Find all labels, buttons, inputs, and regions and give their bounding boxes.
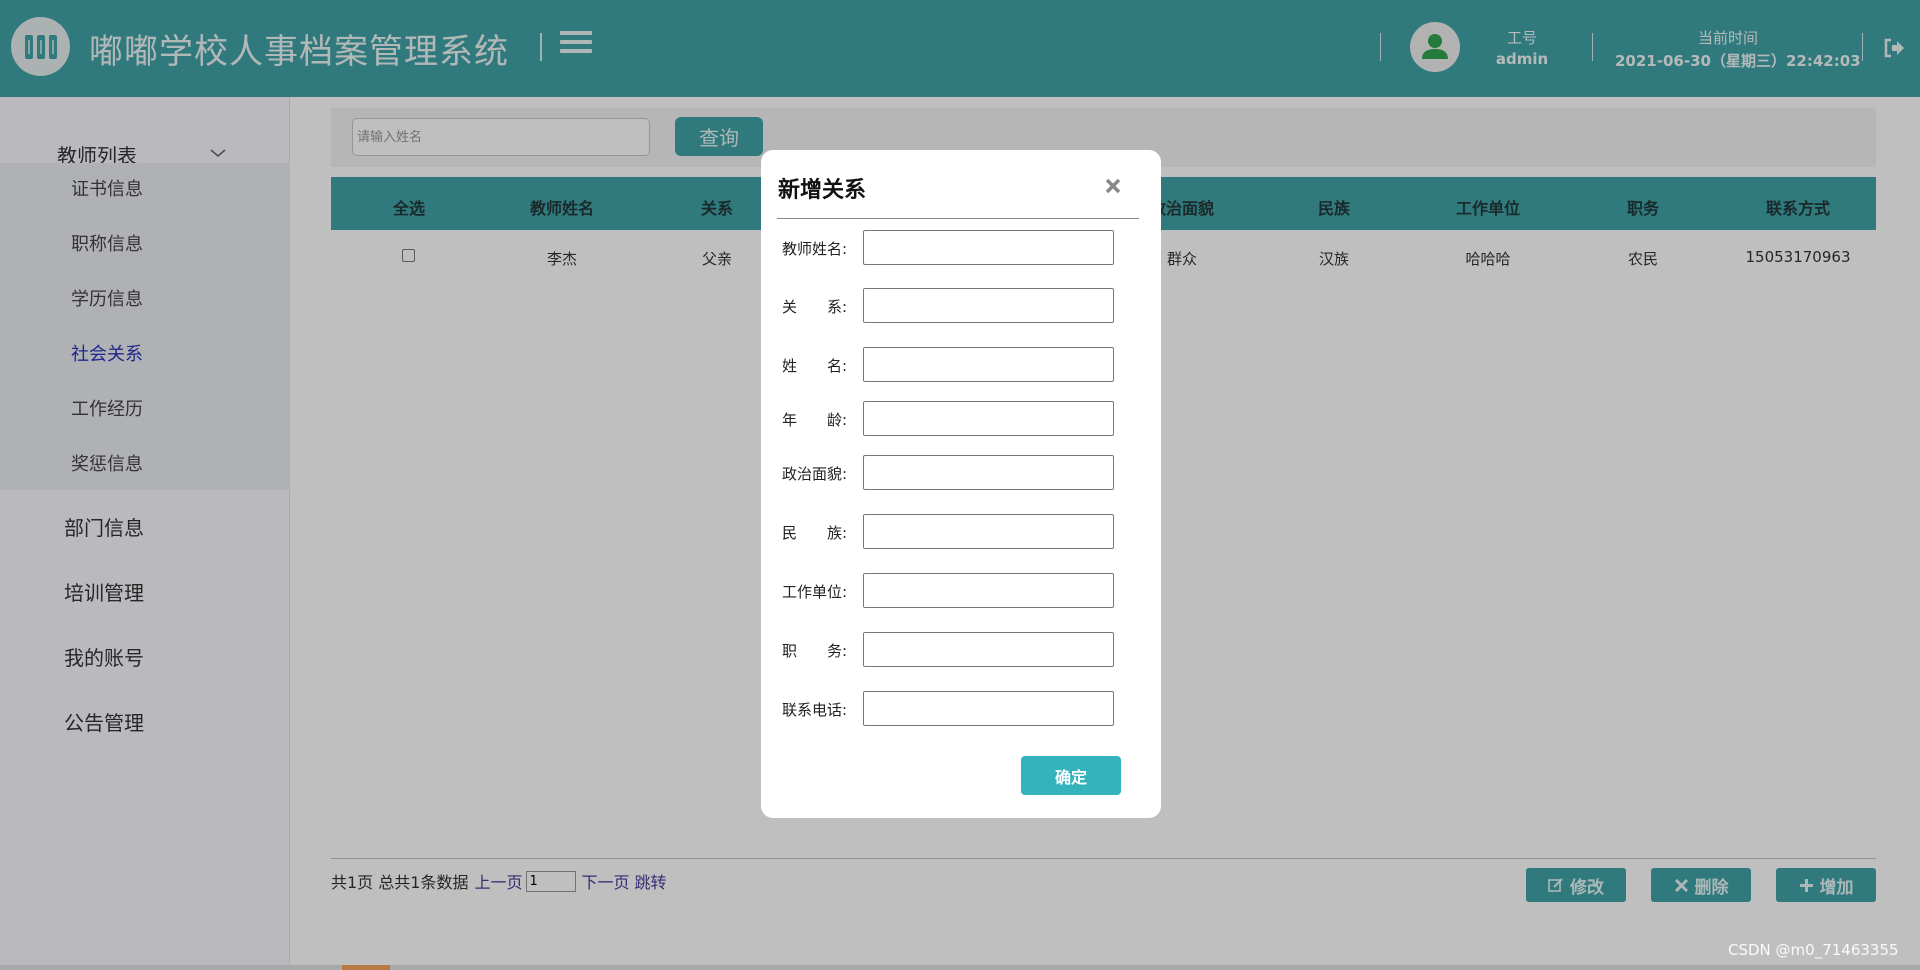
add-relation-dialog: 新增关系 教师姓名: 关 系: 姓 名: 年 龄: 政治面貌: 民 族: 工作单… bbox=[761, 150, 1161, 818]
dialog-title: 新增关系 bbox=[778, 178, 867, 203]
position-label: 职 务: bbox=[782, 642, 848, 660]
ethnicity-field[interactable] bbox=[863, 514, 1114, 549]
political-status-label: 政治面貌: bbox=[782, 465, 848, 483]
dialog-divider bbox=[777, 218, 1139, 219]
name-field[interactable] bbox=[863, 347, 1114, 382]
relation-label: 关 系: bbox=[782, 298, 848, 316]
work-unit-label: 工作单位: bbox=[782, 583, 848, 601]
age-field[interactable] bbox=[863, 401, 1114, 436]
phone-label: 联系电话: bbox=[782, 701, 848, 719]
position-field[interactable] bbox=[863, 632, 1114, 667]
ethnicity-label: 民 族: bbox=[782, 524, 848, 542]
confirm-button[interactable]: 确定 bbox=[1021, 756, 1121, 795]
age-label: 年 龄: bbox=[782, 411, 848, 429]
phone-field[interactable] bbox=[863, 691, 1114, 726]
teacher-name-label: 教师姓名: bbox=[782, 240, 848, 258]
name-label: 姓 名: bbox=[782, 357, 848, 375]
teacher-name-field[interactable] bbox=[863, 230, 1114, 265]
watermark: CSDN @m0_71463355 bbox=[1728, 941, 1899, 959]
relation-field[interactable] bbox=[863, 288, 1114, 323]
close-icon[interactable] bbox=[1101, 174, 1125, 198]
political-status-field[interactable] bbox=[863, 455, 1114, 490]
work-unit-field[interactable] bbox=[863, 573, 1114, 608]
